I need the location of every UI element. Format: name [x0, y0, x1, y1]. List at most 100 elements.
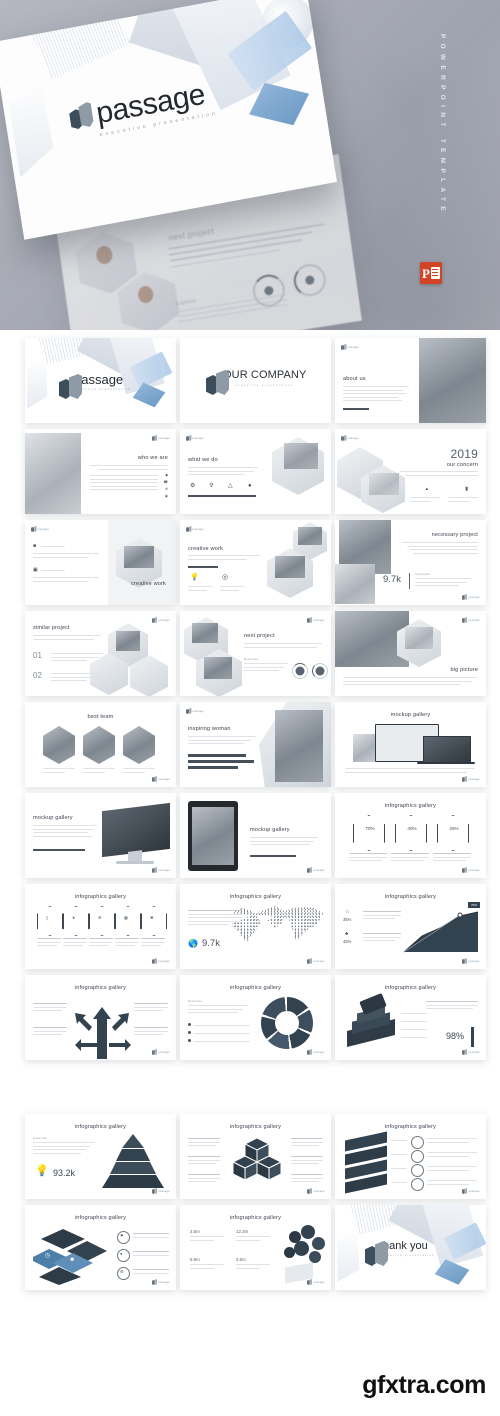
passage-cube-logo-icon [307, 1049, 312, 1055]
slide-thumb[interactable]: infographics gallery 2.5m 12.3m 8.9m 3.6… [180, 1205, 331, 1290]
tools-icon: ✖ [150, 915, 154, 920]
slide-thumb[interactable]: passage similar project 01 02 [25, 611, 176, 696]
slide-thumb[interactable]: infographics gallery ▯ ➤ ⚙ ▦ ✖ passage [25, 884, 176, 969]
slide-subtitle: executive presentation [380, 1254, 435, 1257]
slide-caption-lines [363, 933, 401, 944]
slide-caption-lines [427, 1138, 477, 1145]
metric-caption [190, 1236, 224, 1243]
slide-thumb[interactable]: infographics gallery passage [180, 1114, 331, 1199]
slide-thumb[interactable]: infographics gallery Expertise passage [180, 975, 331, 1060]
slide-section-label: Expertise [33, 1136, 48, 1140]
slide-title: mockup gallery [390, 712, 431, 718]
slide-title: infographics gallery [74, 1215, 127, 1221]
slide-accent-rule [343, 408, 369, 410]
social-bubble [309, 1251, 321, 1263]
slide-logo-watermark: passage [307, 1049, 325, 1055]
slide-thumb[interactable]: passage executive presentation [25, 338, 176, 423]
slide-contact-lines [90, 475, 158, 493]
user-icon: ● [248, 483, 252, 489]
slide-thumb[interactable]: OUR COMPANY executive presentation [180, 338, 331, 423]
calendar-icon: ▦ [124, 915, 128, 920]
metric-caption [190, 1264, 224, 1271]
slide-body-lines [33, 577, 99, 584]
slide-stat-value: 9.7k [202, 938, 220, 949]
slide-thumb[interactable]: passage next project Expertise [180, 611, 331, 696]
hex-gauge-value: 70% [365, 826, 375, 831]
powerpoint-format-icon: P [420, 262, 442, 284]
slide-body-lines [33, 553, 99, 560]
metric-value: 8.9m [190, 1257, 200, 1262]
slide-photo [204, 657, 232, 679]
monitor-icon: ▯ [46, 915, 49, 920]
slide-thumb[interactable]: passage creative work 💡 ◎ [180, 520, 331, 605]
hex-step [63, 906, 89, 936]
slide-logo-watermark: passage [31, 526, 49, 532]
phone-icon: ☎ [163, 480, 168, 484]
slide-thumb[interactable]: passage 2019 our concern ▴ ▮ [335, 429, 486, 514]
slide-thumb[interactable]: passage who we are ◆ ☎ ✉ ◉ [25, 429, 176, 514]
hex-gauge [395, 815, 427, 851]
stack-label [401, 1013, 427, 1017]
slide-thumb[interactable]: best team passage [25, 702, 176, 787]
passage-cube-logo-icon [462, 1049, 467, 1055]
slide-thumb[interactable]: mockup gallery passage [25, 793, 176, 878]
passage-cube-logo-icon [341, 344, 346, 350]
slide-thumb[interactable]: infographics gallery passage [25, 975, 176, 1060]
passage-cube-logo-icon [68, 102, 94, 131]
slide-thumb[interactable]: infographics gallery 70% 40% 25% passage [335, 793, 486, 878]
globe-icon: 🌎 [188, 939, 198, 948]
slide-title: infographics gallery [384, 1124, 437, 1130]
slide-caption-lines [291, 1156, 323, 1167]
slide-body-lines [343, 677, 477, 688]
slide-thumb[interactable]: passage about us [335, 338, 486, 423]
slide-body-lines [188, 467, 258, 478]
user-icon: ☻ [69, 1257, 76, 1263]
lightbulb-icon: 💡 [35, 1165, 49, 1177]
slide-thumb[interactable]: passage ■ ▣ creative work [25, 520, 176, 605]
trend-up-icon: ▴ [425, 486, 428, 492]
slide-thumb[interactable]: passage inspiring woman [180, 702, 331, 787]
passage-cube-logo-icon [462, 776, 467, 782]
slide-bullet-lines [194, 1041, 250, 1045]
slide-photo [116, 631, 140, 651]
slide-grid: passage executive presentation OUR COMPA… [0, 330, 500, 1290]
progress-bar [188, 760, 254, 763]
slide-thumb[interactable]: infographics gallery 🌎 9.7k passage [180, 884, 331, 969]
hex-step [37, 906, 63, 936]
metric-caption [236, 1264, 270, 1271]
slide-thumb[interactable]: infographics gallery 98% passage [335, 975, 486, 1060]
slide-logo-watermark: passage [462, 867, 480, 873]
slide-thumb[interactable]: passage what we do ⚙ ✞ △ ● [180, 429, 331, 514]
slide-stat-lines [448, 497, 478, 504]
slide-thumb[interactable]: mockup gallery passage [180, 793, 331, 878]
slide-item-label [41, 570, 65, 574]
slide-caption-lines [134, 1027, 168, 1038]
metric-caption [236, 1236, 270, 1243]
slide-stat-lines [415, 578, 471, 589]
hex-step [115, 906, 141, 936]
slide-thumb[interactable]: passage big picture [335, 611, 486, 696]
slide-thumb[interactable]: thank you executive presentation [335, 1205, 486, 1290]
slide-thumb[interactable]: necessary project 9.7k Corporate passage [335, 520, 486, 605]
slide-thumb[interactable]: infographics gallery 70% ♘ 35% ♣ 45% pas… [335, 884, 486, 969]
slide-bullet-lines [194, 1025, 250, 1029]
layer-label [391, 1154, 407, 1158]
bullet-dot [188, 1039, 191, 1042]
slide-caption-lines [133, 1251, 169, 1258]
passage-cube-logo-icon [341, 435, 346, 441]
slide-thumb[interactable]: mockup gallery passage [335, 702, 486, 787]
slide-thumb[interactable]: infographics gallery passage [335, 1114, 486, 1199]
layer-label [391, 1182, 407, 1186]
passage-cube-logo-icon [152, 1049, 157, 1055]
slide-logo-watermark: passage [341, 435, 359, 441]
slide-photo [275, 556, 305, 578]
slide-thumb[interactable]: infographics gallery ◷ ☻ ▲ ⚑ ● ⚙ passage [25, 1205, 176, 1290]
money-icon: ● [120, 1251, 123, 1256]
slide-logo-watermark: passage [152, 867, 170, 873]
slide-accent-rule [188, 495, 256, 497]
mail-icon: ✉ [164, 487, 168, 491]
slide-thumb[interactable]: infographics gallery Expertise 💡 93.2k p… [25, 1114, 176, 1199]
slide-logo-watermark: passage [307, 1188, 325, 1194]
document-icon: ■ [33, 543, 37, 549]
bullet-dot [188, 1031, 191, 1034]
